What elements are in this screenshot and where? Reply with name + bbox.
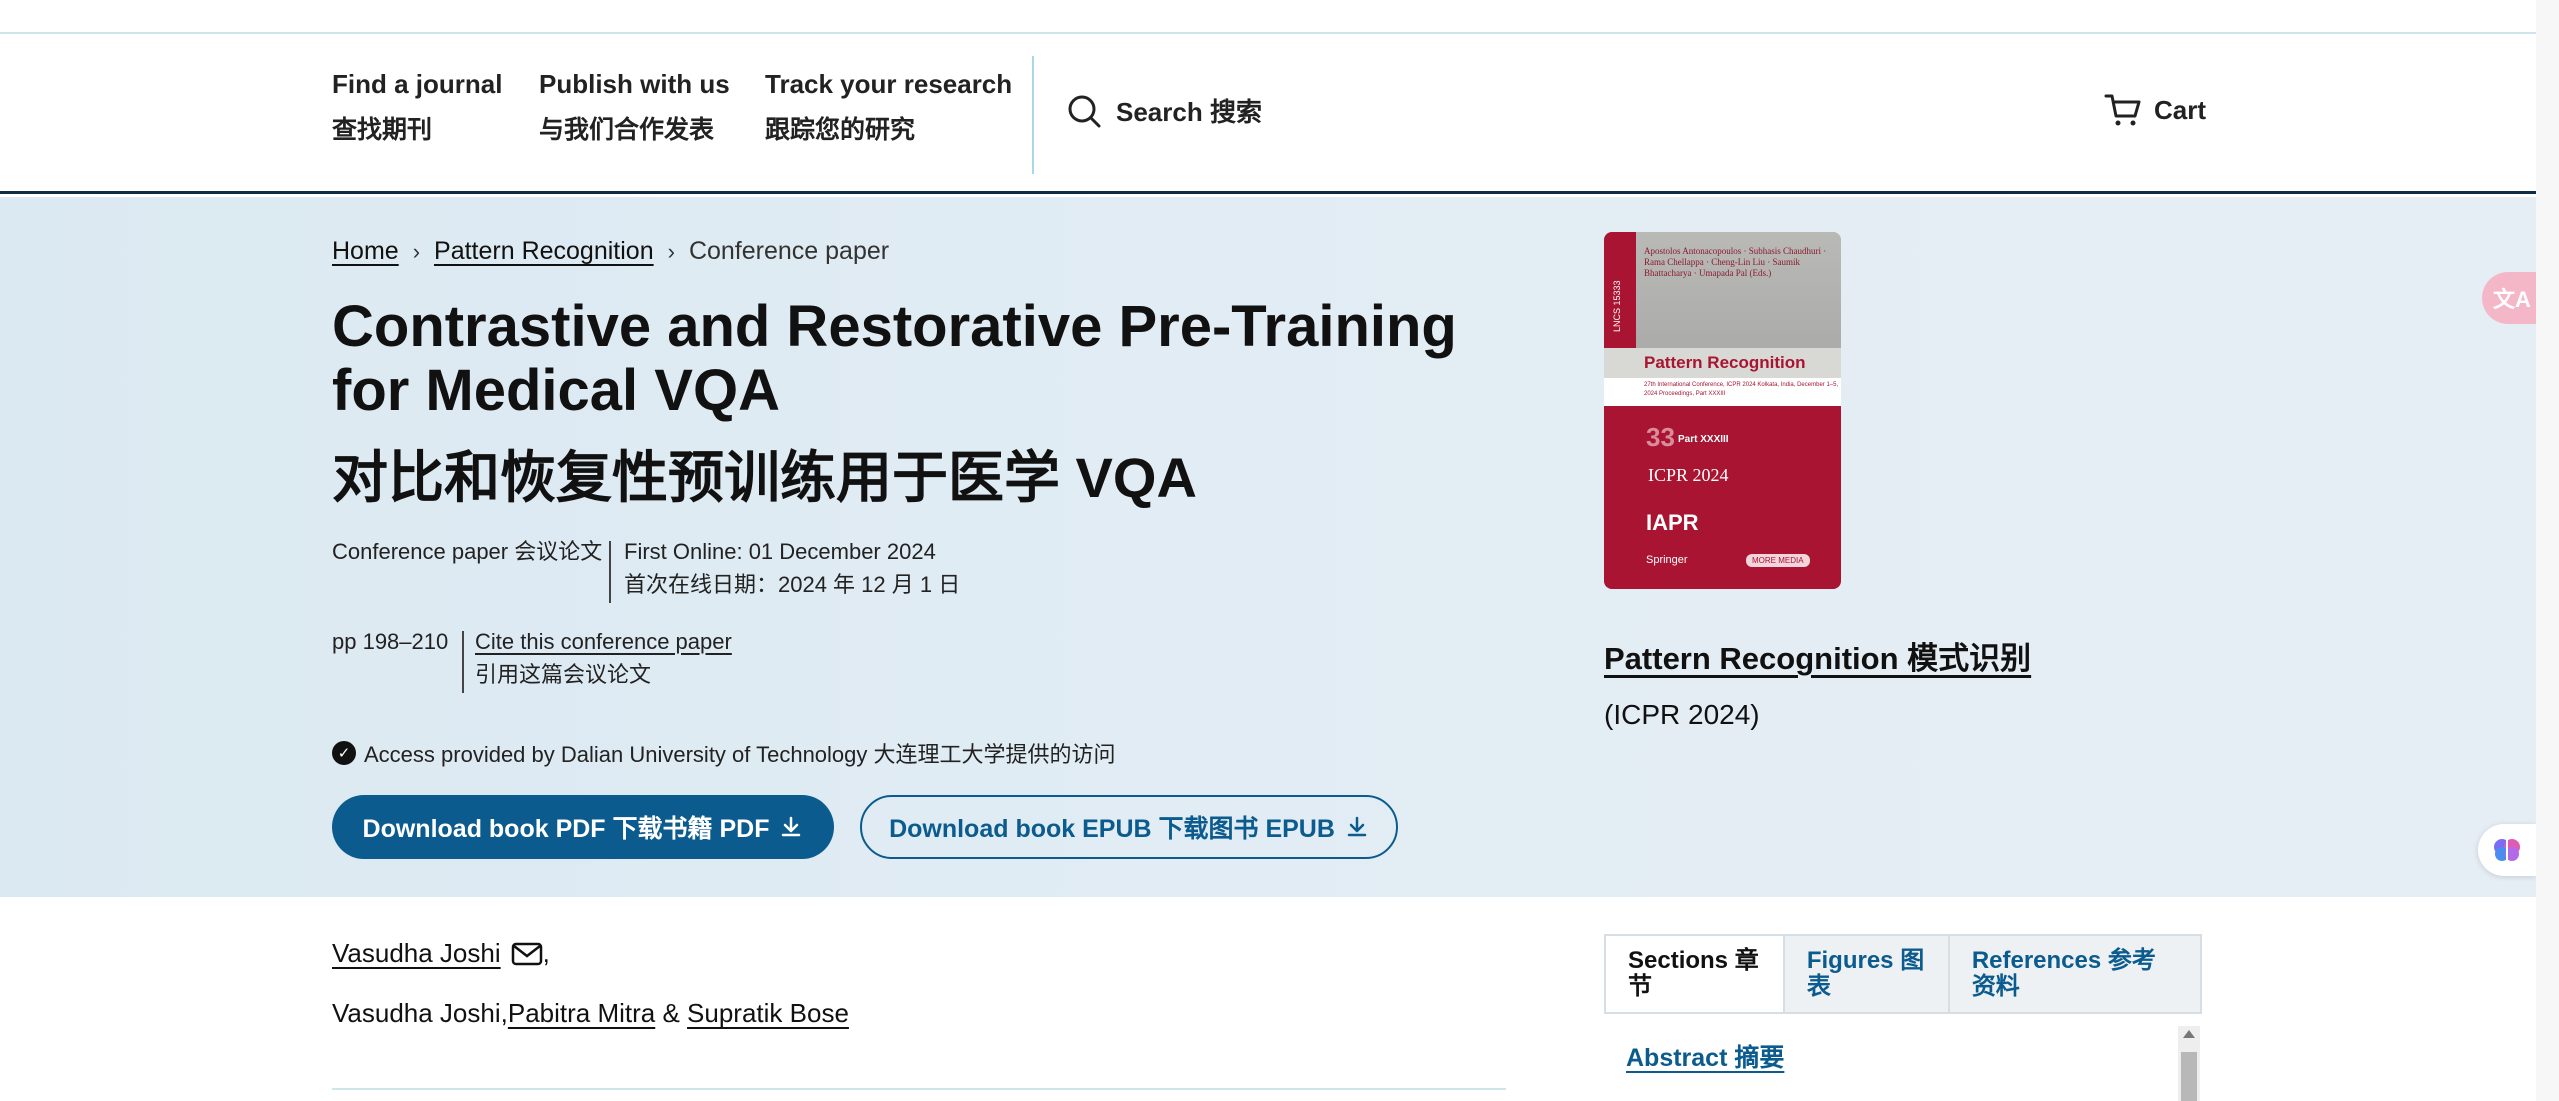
chevron-right-icon: › — [412, 238, 421, 264]
access-notice: ✓ Access provided by Dalian University o… — [332, 737, 1116, 769]
site-header: Find a journal 查找期刊 Publish with us 与我们合… — [0, 36, 2536, 194]
author-line-2: Vasudha Joshi,Pabitra Mitra & Supratik B… — [332, 998, 849, 1029]
nav-publish-label: Publish with us — [539, 69, 730, 99]
tab-references[interactable]: References 参考资料 — [1950, 936, 2200, 1012]
author-link[interactable]: Vasudha Joshi — [332, 938, 501, 969]
springer-logo: Springer — [1646, 554, 1688, 566]
article-title-zh: 对比和恢复性预训练用于医学 VQA — [332, 446, 1197, 509]
cover-part: Part XXXIII — [1678, 434, 1729, 445]
cart-label: Cart — [2154, 94, 2207, 125]
first-online-zh: 首次在线日期：2024 年 12 月 1 日 — [624, 572, 961, 597]
iapr-logo: IAPR — [1646, 510, 1699, 535]
cite-conference-paper[interactable]: Cite this conference paper 引用这篇会议论文 — [475, 625, 732, 691]
nav-publish-label-zh: 与我们合作发表 — [539, 116, 715, 144]
first-online: First Online: 01 December 2024 首次在线日期：20… — [624, 535, 960, 601]
article-hero: Home › Pattern Recognition › Conference … — [0, 197, 2536, 897]
scrollbar-thumb[interactable] — [2181, 1052, 2197, 1101]
author-line-1: Vasudha Joshi , — [332, 938, 550, 969]
breadcrumb-pattern-recognition[interactable]: Pattern Recognition — [434, 237, 654, 266]
author-link[interactable]: Pabitra Mitra — [508, 998, 655, 1028]
scroll-up-icon[interactable] — [2183, 1030, 2195, 1038]
breadcrumb-current: Conference paper — [688, 237, 890, 265]
icpr-logo: ICPR 2024 — [1648, 465, 1729, 485]
cite-link[interactable]: Cite this conference paper — [475, 629, 732, 654]
page-scrollbar[interactable] — [2536, 0, 2559, 1101]
mail-icon[interactable] — [511, 941, 543, 967]
nav-track-research-label-zh: 跟踪您的研究 — [765, 116, 916, 144]
download-epub-button[interactable]: Download book EPUB 下载图书 EPUB — [860, 795, 1398, 859]
cart-button[interactable]: Cart — [2104, 92, 2206, 128]
meta-divider — [609, 541, 611, 603]
nav-find-journal-label: Find a journal — [332, 69, 503, 99]
download-icon — [782, 816, 801, 837]
article-title: Contrastive and Restorative Pre-Training… — [332, 294, 1457, 423]
search-label: Search 搜索 — [1116, 97, 1262, 127]
cover-series: LNCS 15333 — [1612, 280, 1622, 332]
cover-subtitle: 27th International Conference, ICPR 2024… — [1604, 378, 1841, 406]
tab-sections[interactable]: Sections 章节 — [1606, 936, 1785, 1012]
ai-assistant-icon[interactable] — [2478, 824, 2536, 876]
tab-figures[interactable]: Figures 图表 — [1785, 936, 1950, 1012]
cite-link-zh: 引用这篇会议论文 — [475, 662, 652, 687]
book-title-link[interactable]: Pattern Recognition 模式识别 — [1604, 633, 2031, 678]
nav-divider — [1032, 56, 1034, 174]
chevron-right-icon: › — [667, 238, 675, 264]
book-cover[interactable]: LNCS 15333 Apostolos Antonacopoulos · Su… — [1604, 232, 1841, 589]
nav-track-research[interactable]: Track your research 跟踪您的研究 — [765, 66, 1012, 148]
nav-find-journal-label-zh: 查找期刊 — [332, 116, 433, 144]
sections-scrollbar[interactable] — [2178, 1026, 2200, 1101]
translate-icon[interactable]: 文A — [2482, 272, 2542, 324]
top-strip — [0, 0, 2536, 34]
check-circle-icon: ✓ — [332, 741, 356, 765]
section-link-abstract[interactable]: Abstract 摘要 — [1626, 1038, 1784, 1074]
cover-volume: 33 — [1646, 422, 1675, 452]
search-button[interactable]: Search 搜索 — [1066, 92, 1262, 129]
download-epub-label: Download book EPUB 下载图书 EPUB — [889, 815, 1335, 843]
breadcrumb-home[interactable]: Home — [332, 237, 399, 266]
author-plain: Vasudha Joshi, — [332, 998, 508, 1028]
access-text: Access provided by Dalian University of … — [364, 742, 1116, 767]
nav-find-journal[interactable]: Find a journal 查找期刊 — [332, 66, 502, 148]
search-icon — [1068, 95, 1101, 127]
download-pdf-button[interactable]: Download book PDF 下载书籍 PDF — [332, 795, 834, 859]
meta-divider — [462, 631, 464, 693]
cover-title: Pattern Recognition — [1604, 348, 1841, 378]
content-divider — [332, 1088, 1506, 1090]
nav-publish[interactable]: Publish with us 与我们合作发表 — [539, 66, 730, 148]
breadcrumb: Home › Pattern Recognition › Conference … — [332, 237, 889, 266]
nav-track-research-label: Track your research — [765, 69, 1013, 99]
more-media-badge: MORE MEDIA — [1746, 554, 1810, 567]
author-amp: & — [655, 998, 688, 1028]
article-type: Conference paper 会议论文 — [332, 539, 603, 564]
download-pdf-label: Download book PDF 下载书籍 PDF — [362, 815, 770, 843]
cover-editors: Apostolos Antonacopoulos · Subhasis Chau… — [1644, 246, 1827, 278]
comma: , — [542, 938, 550, 968]
brain-icon — [2494, 839, 2520, 861]
author-link[interactable]: Supratik Bose — [687, 998, 849, 1028]
page-range: pp 198–210 — [332, 629, 449, 654]
cart-icon — [2104, 94, 2141, 126]
book-conference: (ICPR 2024) — [1604, 699, 1760, 730]
download-icon — [1347, 816, 1367, 837]
first-online-en: First Online: 01 December 2024 — [624, 539, 936, 564]
sidebar-tabs: Sections 章节 Figures 图表 References 参考资料 — [1604, 934, 2202, 1014]
